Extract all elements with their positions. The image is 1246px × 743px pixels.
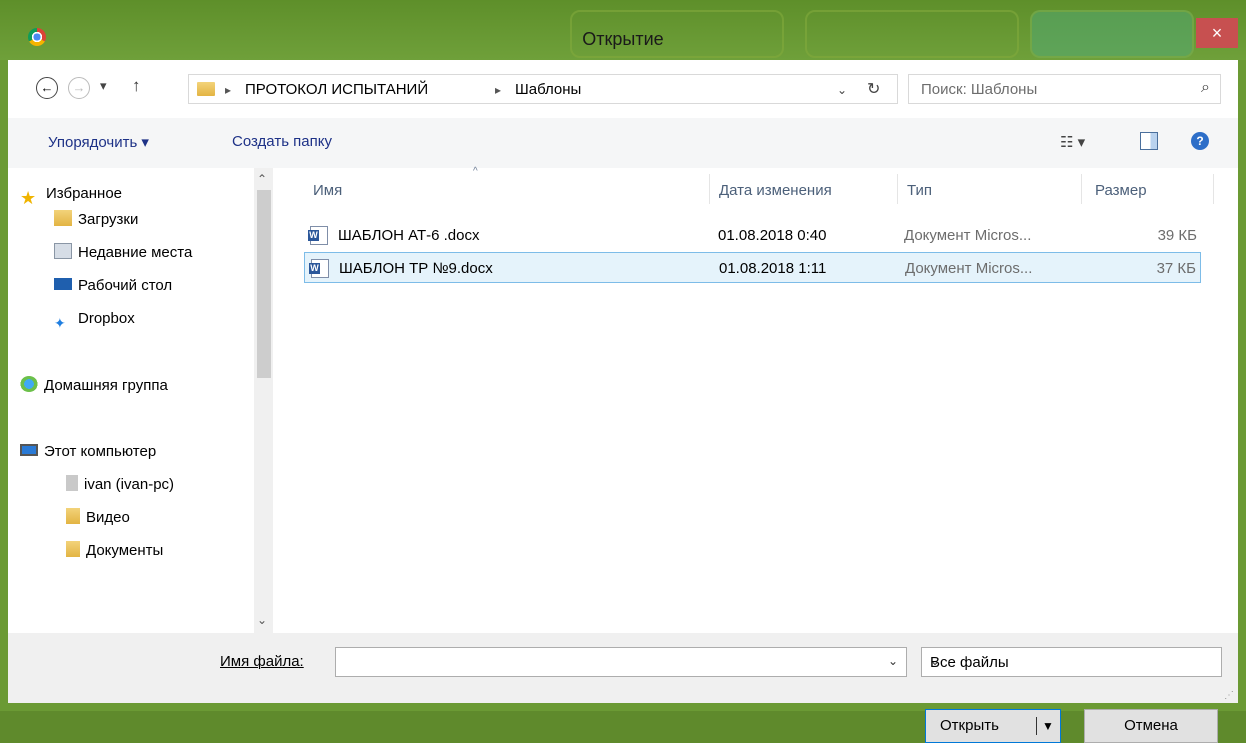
bottom-panel: Имя файла: ⌄ Все файлы ⌄ Открыть ▼ Отмен… [8,633,1238,743]
sidebar-item-network[interactable]: ivan (ivan-pc) [66,471,174,499]
desktop-icon [54,278,72,291]
search-box[interactable]: Поиск: Шаблоны ⌕ [908,74,1221,104]
sidebar-item-homegroup[interactable]: Домашняя группа [20,372,168,400]
sidebar-item-label: Рабочий стол [78,277,173,294]
filename-field[interactable]: ⌄ [335,647,907,677]
file-list: ^ Имя Дата изменения Тип Размер ШАБЛОН А… [273,166,1238,633]
sort-indicator-icon: ^ [473,166,478,177]
network-computer-icon [66,475,78,492]
window-title: Открытие [582,29,664,49]
dialog-client: ← → ▾ ↑ ▸ ПРОТОКОЛ ИСПЫТАНИЙ ▸ Шаблоны ⌄… [8,60,1238,743]
sidebar-item-favorites[interactable]: ★ Избранное [20,180,122,208]
breadcrumb-separator: ▸ [225,83,232,97]
column-header-type[interactable]: Тип [907,174,932,208]
sidebar-item-label: Избранное [46,185,123,202]
sidebar-item-documents[interactable]: Документы [66,537,163,565]
recent-locations-dropdown[interactable]: ▾ [100,78,107,94]
cancel-button[interactable]: Отмена [1084,709,1218,743]
file-type: Документ Micros... [904,227,1032,244]
address-row: ← → ▾ ↑ ▸ ПРОТОКОЛ ИСПЫТАНИЙ ▸ Шаблоны ⌄… [8,60,1238,118]
file-size: 39 КБ [1157,227,1197,244]
folder-icon [197,82,215,96]
sidebar-item-video[interactable]: Видео [66,504,130,532]
forward-button[interactable]: → [68,77,90,99]
word-document-icon [309,259,329,278]
refresh-icon[interactable]: ↻ [867,79,880,99]
sidebar-item-label: Dropbox [78,310,135,327]
sidebar-scrollbar[interactable]: ⌃ ⌄ [254,168,273,633]
sidebar-item-label: Этот компьютер [44,443,157,460]
downloads-folder-icon [54,210,72,227]
file-date: 01.08.2018 1:11 [719,260,827,277]
recent-places-icon [54,243,72,260]
documents-folder-icon [66,541,80,558]
sidebar-item-recent[interactable]: Недавние места [54,239,192,267]
breadcrumb-separator: ▸ [495,83,502,97]
file-type-filter[interactable]: Все файлы ⌄ [921,647,1222,677]
open-button-label[interactable]: Открыть [940,710,999,742]
sidebar-item-desktop[interactable]: Рабочий стол [54,272,172,300]
sidebar-item-this-pc[interactable]: Этот компьютер [20,438,156,466]
dropbox-icon: ✦ [54,315,66,332]
close-button[interactable]: × [1196,18,1238,48]
homegroup-icon [20,376,38,393]
file-type: Документ Micros... [905,260,1033,277]
sidebar-item-downloads[interactable]: Загрузки [54,206,138,234]
file-date: 01.08.2018 0:40 [718,227,827,244]
help-icon[interactable]: ? [1191,132,1209,150]
open-options-dropdown-icon[interactable]: ▼ [1042,710,1054,742]
back-button[interactable]: ← [36,77,58,99]
scrollbar-thumb[interactable] [257,190,271,378]
file-row-selected[interactable]: ШАБЛОН ТР №9.docx 01.08.2018 1:11 Докуме… [304,252,1201,283]
column-header-name[interactable]: Имя [313,174,342,208]
column-header-date[interactable]: Дата изменения [719,174,832,208]
computer-icon [20,444,38,457]
scroll-down-icon[interactable]: ⌄ [257,613,267,627]
column-header-size[interactable]: Размер [1095,174,1147,208]
word-document-icon [308,226,328,245]
breadcrumb-item[interactable]: ПРОТОКОЛ ИСПЫТАНИЙ [245,81,428,98]
navigation-pane: ★ Избранное Загрузки Недавние места Рабоч… [8,168,273,633]
filename-label: Имя файла: [220,653,304,670]
column-divider[interactable] [897,174,898,204]
sidebar-item-label: Загрузки [78,211,139,228]
sidebar-item-label: Видео [86,509,130,526]
video-folder-icon [66,508,80,525]
search-input[interactable]: Поиск: Шаблоны [921,81,1037,98]
up-button[interactable]: ↑ [132,76,141,96]
chevron-down-icon[interactable]: ⌄ [930,654,1213,668]
sidebar-item-label: Домашняя группа [44,377,168,394]
sidebar-item-label: Недавние места [78,244,193,261]
chevron-down-icon[interactable]: ⌄ [888,654,898,668]
address-bar[interactable]: ▸ ПРОТОКОЛ ИСПЫТАНИЙ ▸ Шаблоны ⌄ ↻ [188,74,898,104]
breadcrumb-item[interactable]: Шаблоны [515,81,581,98]
sidebar-item-label: ivan (ivan-pc) [84,476,175,493]
view-options-icon[interactable]: ☷ ▾ [1060,133,1085,151]
split-divider [1036,717,1037,735]
dialog-window: Открытие × ← → ▾ ↑ ▸ ПРОТОКОЛ ИСПЫТАНИЙ … [0,0,1246,743]
column-divider[interactable] [1081,174,1082,204]
column-divider[interactable] [709,174,710,204]
search-icon[interactable]: ⌕ [1201,79,1210,97]
open-button[interactable]: Открыть ▼ [925,709,1061,743]
command-toolbar: Упорядочить ▾ Создать папку ☷ ▾ ? [8,118,1238,169]
organize-button[interactable]: Упорядочить ▾ [48,133,149,151]
new-folder-button[interactable]: Создать папку [232,133,332,150]
scroll-up-icon[interactable]: ⌃ [257,172,267,186]
file-name: ШАБЛОН ТР №9.docx [339,260,493,277]
file-row[interactable]: ШАБЛОН АТ-6 .docx 01.08.2018 0:40 Докуме… [304,220,1201,251]
star-icon: ★ [20,188,37,209]
chevron-down-icon[interactable]: ⌄ [837,83,847,97]
file-size: 37 КБ [1156,260,1196,277]
file-name: ШАБЛОН АТ-6 .docx [338,227,480,244]
sidebar-item-dropbox[interactable]: ✦ Dropbox [54,305,135,333]
title-bar: Открытие × [0,0,1246,60]
resize-grip-icon[interactable]: ⋰ [1224,690,1234,701]
sidebar-item-label: Документы [86,542,164,559]
preview-pane-icon[interactable] [1140,132,1158,150]
column-divider[interactable] [1213,174,1214,204]
